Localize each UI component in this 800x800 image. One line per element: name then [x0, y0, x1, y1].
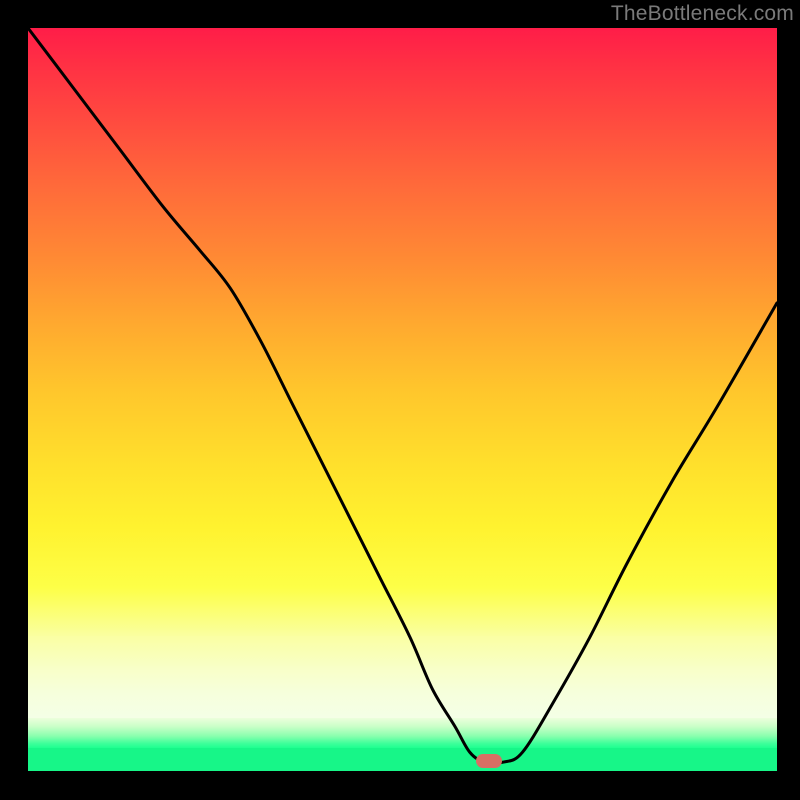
watermark-text: TheBottleneck.com	[611, 2, 794, 26]
chart-container: TheBottleneck.com	[0, 0, 800, 800]
plot-panel	[28, 28, 777, 771]
optimal-marker	[476, 754, 502, 768]
bottleneck-curve	[28, 28, 777, 771]
